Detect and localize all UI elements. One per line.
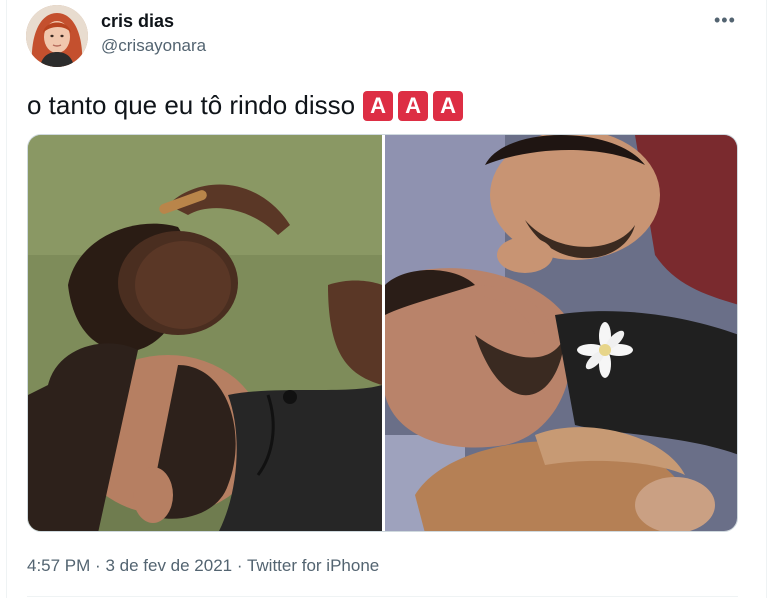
avatar[interactable] bbox=[26, 5, 88, 67]
tweet-time[interactable]: 4:57 PM bbox=[27, 556, 90, 575]
tweet-text-body: o tanto que eu tô rindo disso bbox=[27, 90, 356, 120]
meta-separator: · bbox=[95, 556, 101, 575]
tweet-media[interactable] bbox=[27, 134, 738, 532]
meta-separator: · bbox=[236, 556, 243, 575]
author-name[interactable]: cris dias bbox=[101, 11, 174, 32]
tweet-text: o tanto que eu tô rindo disso A A A bbox=[27, 90, 468, 121]
photo-three-people-lying-on-bed-with-flower-icon[interactable] bbox=[385, 135, 738, 532]
bottom-divider bbox=[27, 596, 738, 597]
frame-left-border bbox=[6, 0, 7, 598]
more-horizontal-icon[interactable]: ••• bbox=[714, 10, 736, 31]
tweet-source[interactable]: Twitter for iPhone bbox=[247, 556, 379, 575]
red-a-emoji-icon: A bbox=[398, 90, 429, 121]
tweet-meta: 4:57 PM · 3 de fev de 2021 · Twitter for… bbox=[27, 556, 379, 576]
photo-two-people-lying-on-grass-icon[interactable] bbox=[28, 135, 382, 532]
red-a-emoji-icon: A bbox=[433, 90, 464, 121]
tweet-date[interactable]: 3 de fev de 2021 bbox=[105, 556, 232, 575]
red-a-emoji-icon: A bbox=[363, 90, 394, 121]
frame-right-border bbox=[766, 0, 767, 598]
profile-avatar-icon bbox=[26, 5, 88, 67]
author-handle[interactable]: @crisayonara bbox=[101, 36, 206, 56]
